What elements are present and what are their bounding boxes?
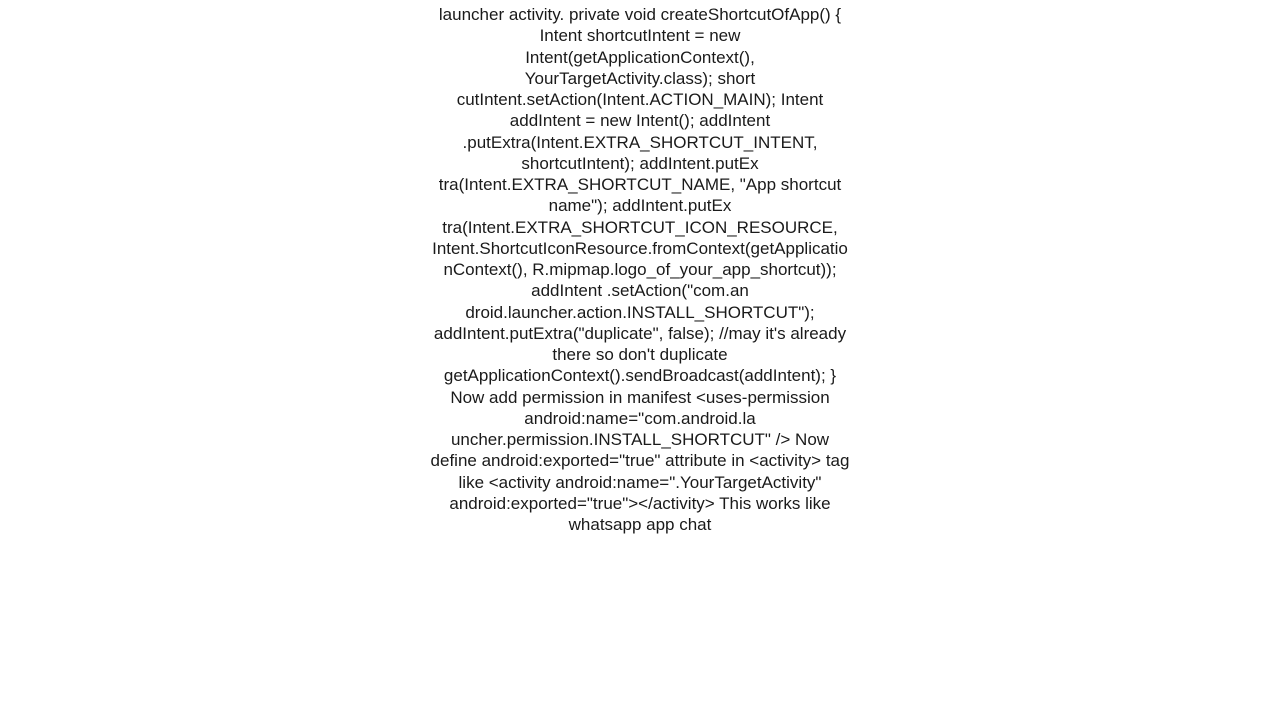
content-container: launcher activity. private void createSh…: [430, 0, 850, 535]
code-text-block: launcher activity. private void createSh…: [430, 4, 850, 535]
